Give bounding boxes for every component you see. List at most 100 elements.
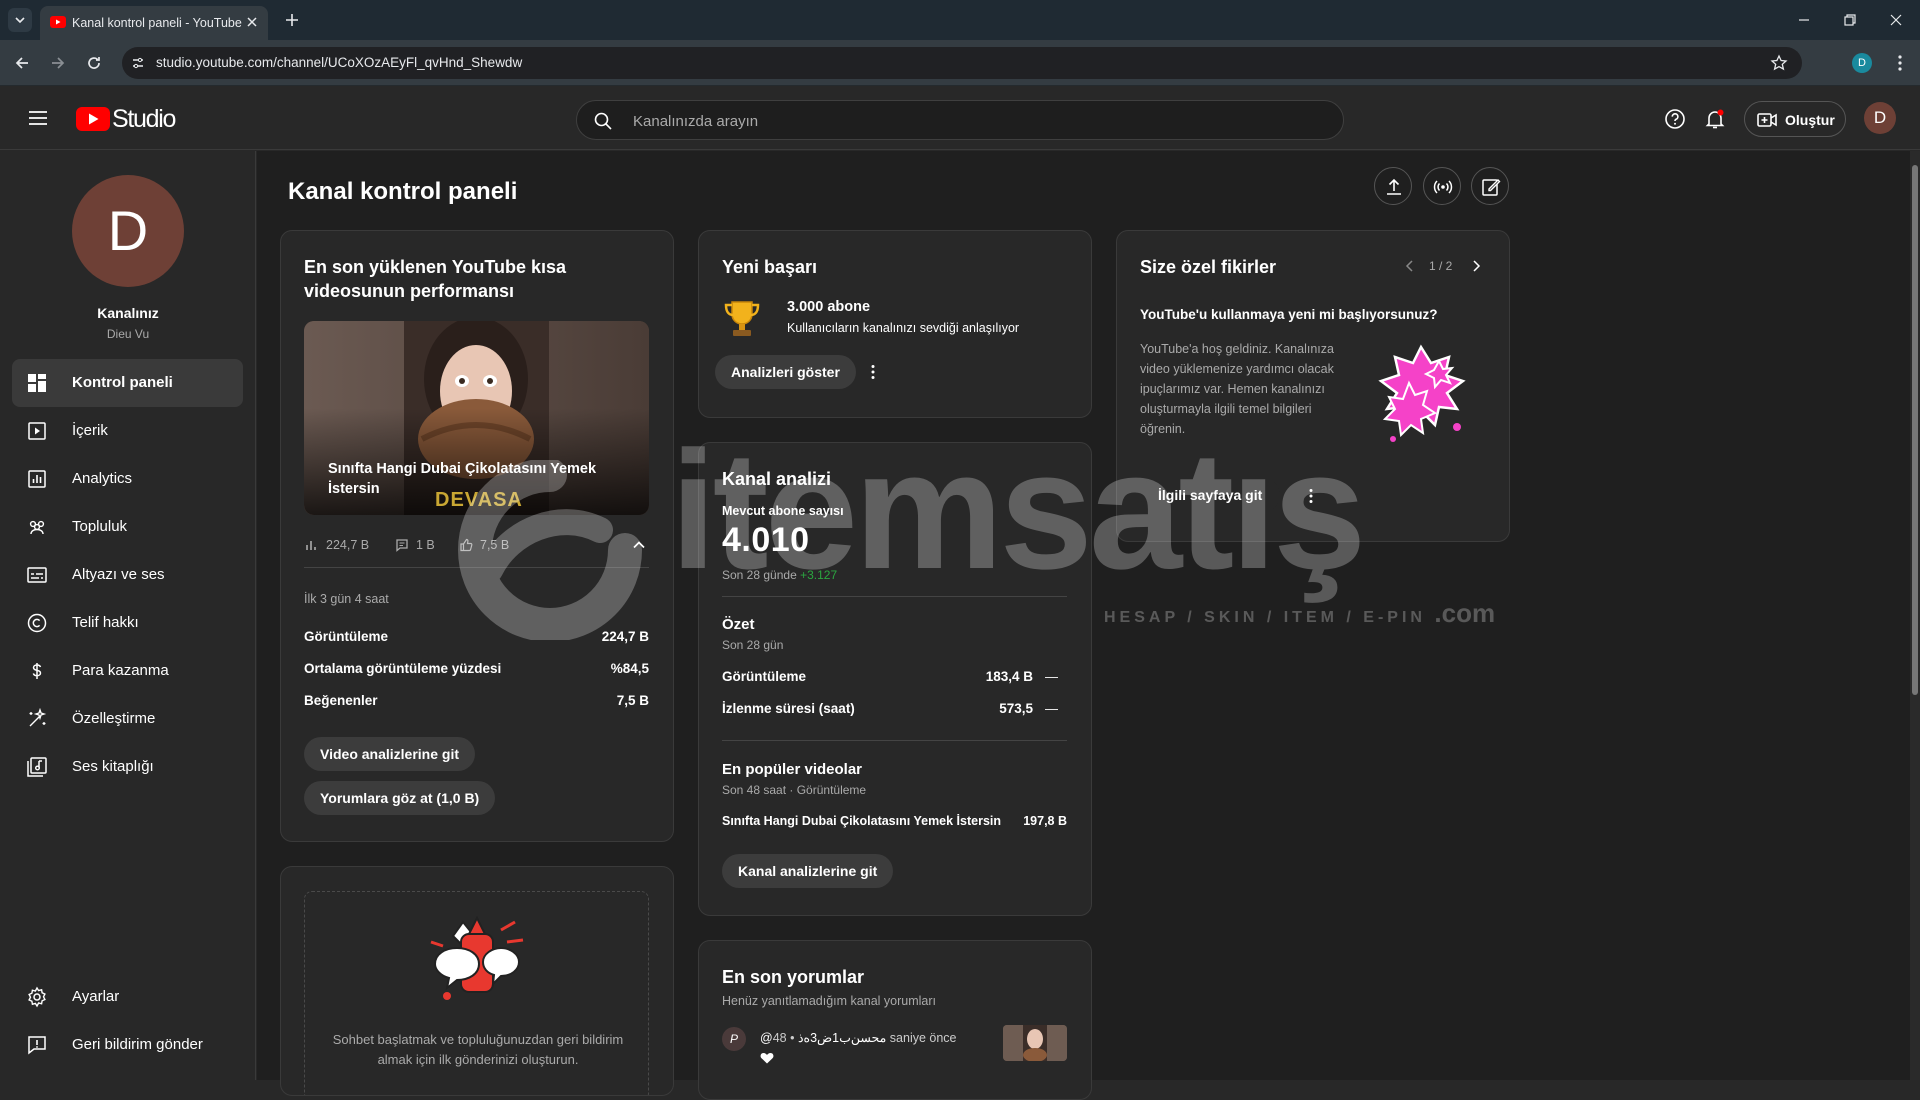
card-title: En son yorumlar [722, 967, 865, 987]
more-vert-icon[interactable] [1301, 486, 1321, 506]
dashboard-icon [28, 374, 46, 392]
omnibox[interactable]: studio.youtube.com/channel/UCoXOzAEyFl_q… [122, 47, 1802, 79]
views-bar-icon [306, 541, 316, 550]
create-post-button[interactable] [1471, 167, 1509, 205]
channel-analytics-button[interactable]: Kanal analizlerine git [722, 854, 894, 888]
heart-icon[interactable] [760, 1052, 774, 1064]
sidebar-item-customization[interactable]: Özelleştirme [12, 695, 243, 743]
channel-handle: Dieu Vu [106, 327, 150, 341]
scrollbar-thumb[interactable] [1912, 165, 1918, 695]
comment-video-thumbnail-image [1003, 1025, 1067, 1061]
subscribers-change: +3.127 [800, 568, 838, 582]
youtube-logo-icon [76, 107, 110, 131]
notifications-icon[interactable] [1704, 108, 1726, 130]
metric-value: 224,7 B [601, 629, 649, 644]
sidebar-item-audio-library[interactable]: Ses kitaplığı [12, 743, 243, 791]
sidebar-item-dashboard[interactable]: Kontrol paneli [12, 359, 243, 407]
subscribers-change-prefix: Son 28 günde [722, 568, 797, 582]
summary-metric-label: İzlenme süresi (saat) [722, 701, 855, 716]
sidebar-item-copyright[interactable]: Telif hakkı [12, 599, 243, 647]
tab-search-button[interactable] [8, 8, 32, 32]
channel-name: Kanalınız [97, 305, 159, 321]
search-input[interactable]: Kanalınızda arayın [576, 100, 1344, 140]
channel-analytics-card: Kanal analizi Mevcut abone sayısı 4.010 … [698, 442, 1092, 916]
upload-button[interactable] [1374, 167, 1412, 205]
help-icon[interactable] [1664, 108, 1686, 130]
browser-tab[interactable]: Kanal kontrol paneli - YouTube [40, 6, 268, 40]
address-bar: studio.youtube.com/channel/UCoXOzAEyFl_q… [0, 40, 1920, 86]
divider [304, 567, 649, 568]
thumbnail-overlay-text: DEVASA [435, 489, 523, 511]
divider [722, 740, 1067, 741]
top-video-title[interactable]: Sınıfta Hangi Dubai Çikolatasını Yemek İ… [722, 814, 1001, 828]
summary-title: Özet [722, 616, 755, 633]
achievement-headline: 3.000 abone [787, 299, 871, 315]
chevron-left-icon[interactable] [1403, 259, 1417, 273]
top-videos-title: En popüler videolar [722, 761, 863, 778]
show-analytics-button[interactable]: Analizleri göster [715, 355, 856, 389]
comment-video-thumbnail[interactable] [1003, 1025, 1067, 1061]
card-title: Size özel fikirler [1140, 257, 1277, 277]
short-thumbnail[interactable]: Sınıfta Hangi Dubai Çikolatasını Yemek İ… [304, 321, 649, 515]
more-vert-icon[interactable] [1890, 53, 1910, 73]
ideas-pager: 1 / 2 [1429, 259, 1453, 273]
sidebar-item-label: Geri bildirim gönder [72, 1036, 203, 1053]
main-content: Kanal kontrol paneli En son yüklenen You… [257, 151, 1910, 1100]
sidebar-item-monetization[interactable]: Para kazanma [12, 647, 243, 695]
top-videos-period: Son 48 saat · Görüntüleme [722, 783, 867, 797]
top-video-views: 197,8 B [1023, 814, 1067, 828]
latest-short-card: En son yüklenen YouTube kısa videosunun … [280, 230, 674, 842]
video-analytics-button[interactable]: Video analizlerine git [304, 737, 476, 771]
search-placeholder: Kanalınızda arayın [633, 113, 759, 130]
go-to-page-button[interactable]: İlgili sayfaya git [1140, 478, 1281, 512]
url-text: studio.youtube.com/channel/UCoXOzAEyFl_q… [156, 55, 523, 70]
scrollbar[interactable] [1910, 151, 1920, 1080]
edit-post-icon [1482, 179, 1501, 196]
create-video-icon [1757, 113, 1777, 127]
sidebar-item-label: Analytics [72, 470, 133, 487]
minimize-icon[interactable] [1796, 12, 1812, 28]
new-tab-icon[interactable] [282, 10, 302, 30]
chevron-right-icon[interactable] [1469, 259, 1483, 273]
channel-avatar[interactable]: D [72, 175, 184, 287]
community-post-card: Sohbet başlatmak ve topluluğunuzdan geri… [280, 866, 674, 1096]
sidebar-item-feedback[interactable]: Geri bildirim gönder [12, 1021, 243, 1069]
sidebar-item-subtitles[interactable]: Altyazı ve ses [12, 551, 243, 599]
sidebar-item-settings[interactable]: Ayarlar [12, 973, 243, 1021]
account-avatar[interactable]: D [1864, 102, 1896, 134]
site-info-icon[interactable] [130, 55, 146, 71]
sidebar-item-analytics[interactable]: Analytics [12, 455, 243, 503]
close-window-icon[interactable] [1888, 12, 1904, 28]
studio-logo[interactable]: Studio [76, 105, 176, 133]
metric-value: %84,5 [610, 661, 649, 676]
subscribers-value: 4.010 [722, 521, 810, 559]
chevron-up-icon[interactable] [631, 537, 647, 553]
latest-comments-card: En son yorumlar Henüz yanıtlamadığım kan… [698, 940, 1092, 1100]
starburst-illustration-icon [1378, 344, 1466, 442]
ideas-headline: YouTube'u kullanmaya yeni mi başlıyorsun… [1140, 307, 1438, 322]
summary-period: Son 28 gün [722, 638, 784, 652]
restore-icon[interactable] [1842, 12, 1858, 28]
forward-icon[interactable] [48, 53, 68, 73]
sidebar-item-content[interactable]: İçerik [12, 407, 243, 455]
trophy-icon [724, 301, 760, 336]
reload-icon[interactable] [84, 53, 104, 73]
close-tab-icon[interactable] [244, 14, 260, 30]
commenter-avatar[interactable]: P [722, 1027, 746, 1051]
back-icon[interactable] [12, 53, 32, 73]
logo-text: Studio [112, 105, 176, 133]
live-icon [1433, 180, 1453, 194]
more-vert-icon[interactable] [863, 362, 883, 382]
subscribers-change-row: Son 28 günde +3.127 [722, 568, 837, 582]
go-live-button[interactable] [1423, 167, 1461, 205]
bookmark-star-icon[interactable] [1770, 54, 1788, 72]
copyright-icon [27, 613, 47, 633]
browser-profile-avatar[interactable]: D [1852, 53, 1872, 73]
subscribers-label: Mevcut abone sayısı [722, 504, 844, 518]
menu-icon[interactable] [26, 106, 50, 130]
sidebar-item-label: Ayarlar [72, 988, 120, 1005]
create-button[interactable]: Oluştur [1744, 101, 1846, 137]
sidebar-item-community[interactable]: Topluluk [12, 503, 243, 551]
view-comments-button[interactable]: Yorumlara göz at (1,0 B) [304, 781, 496, 815]
upload-icon [1387, 178, 1401, 195]
